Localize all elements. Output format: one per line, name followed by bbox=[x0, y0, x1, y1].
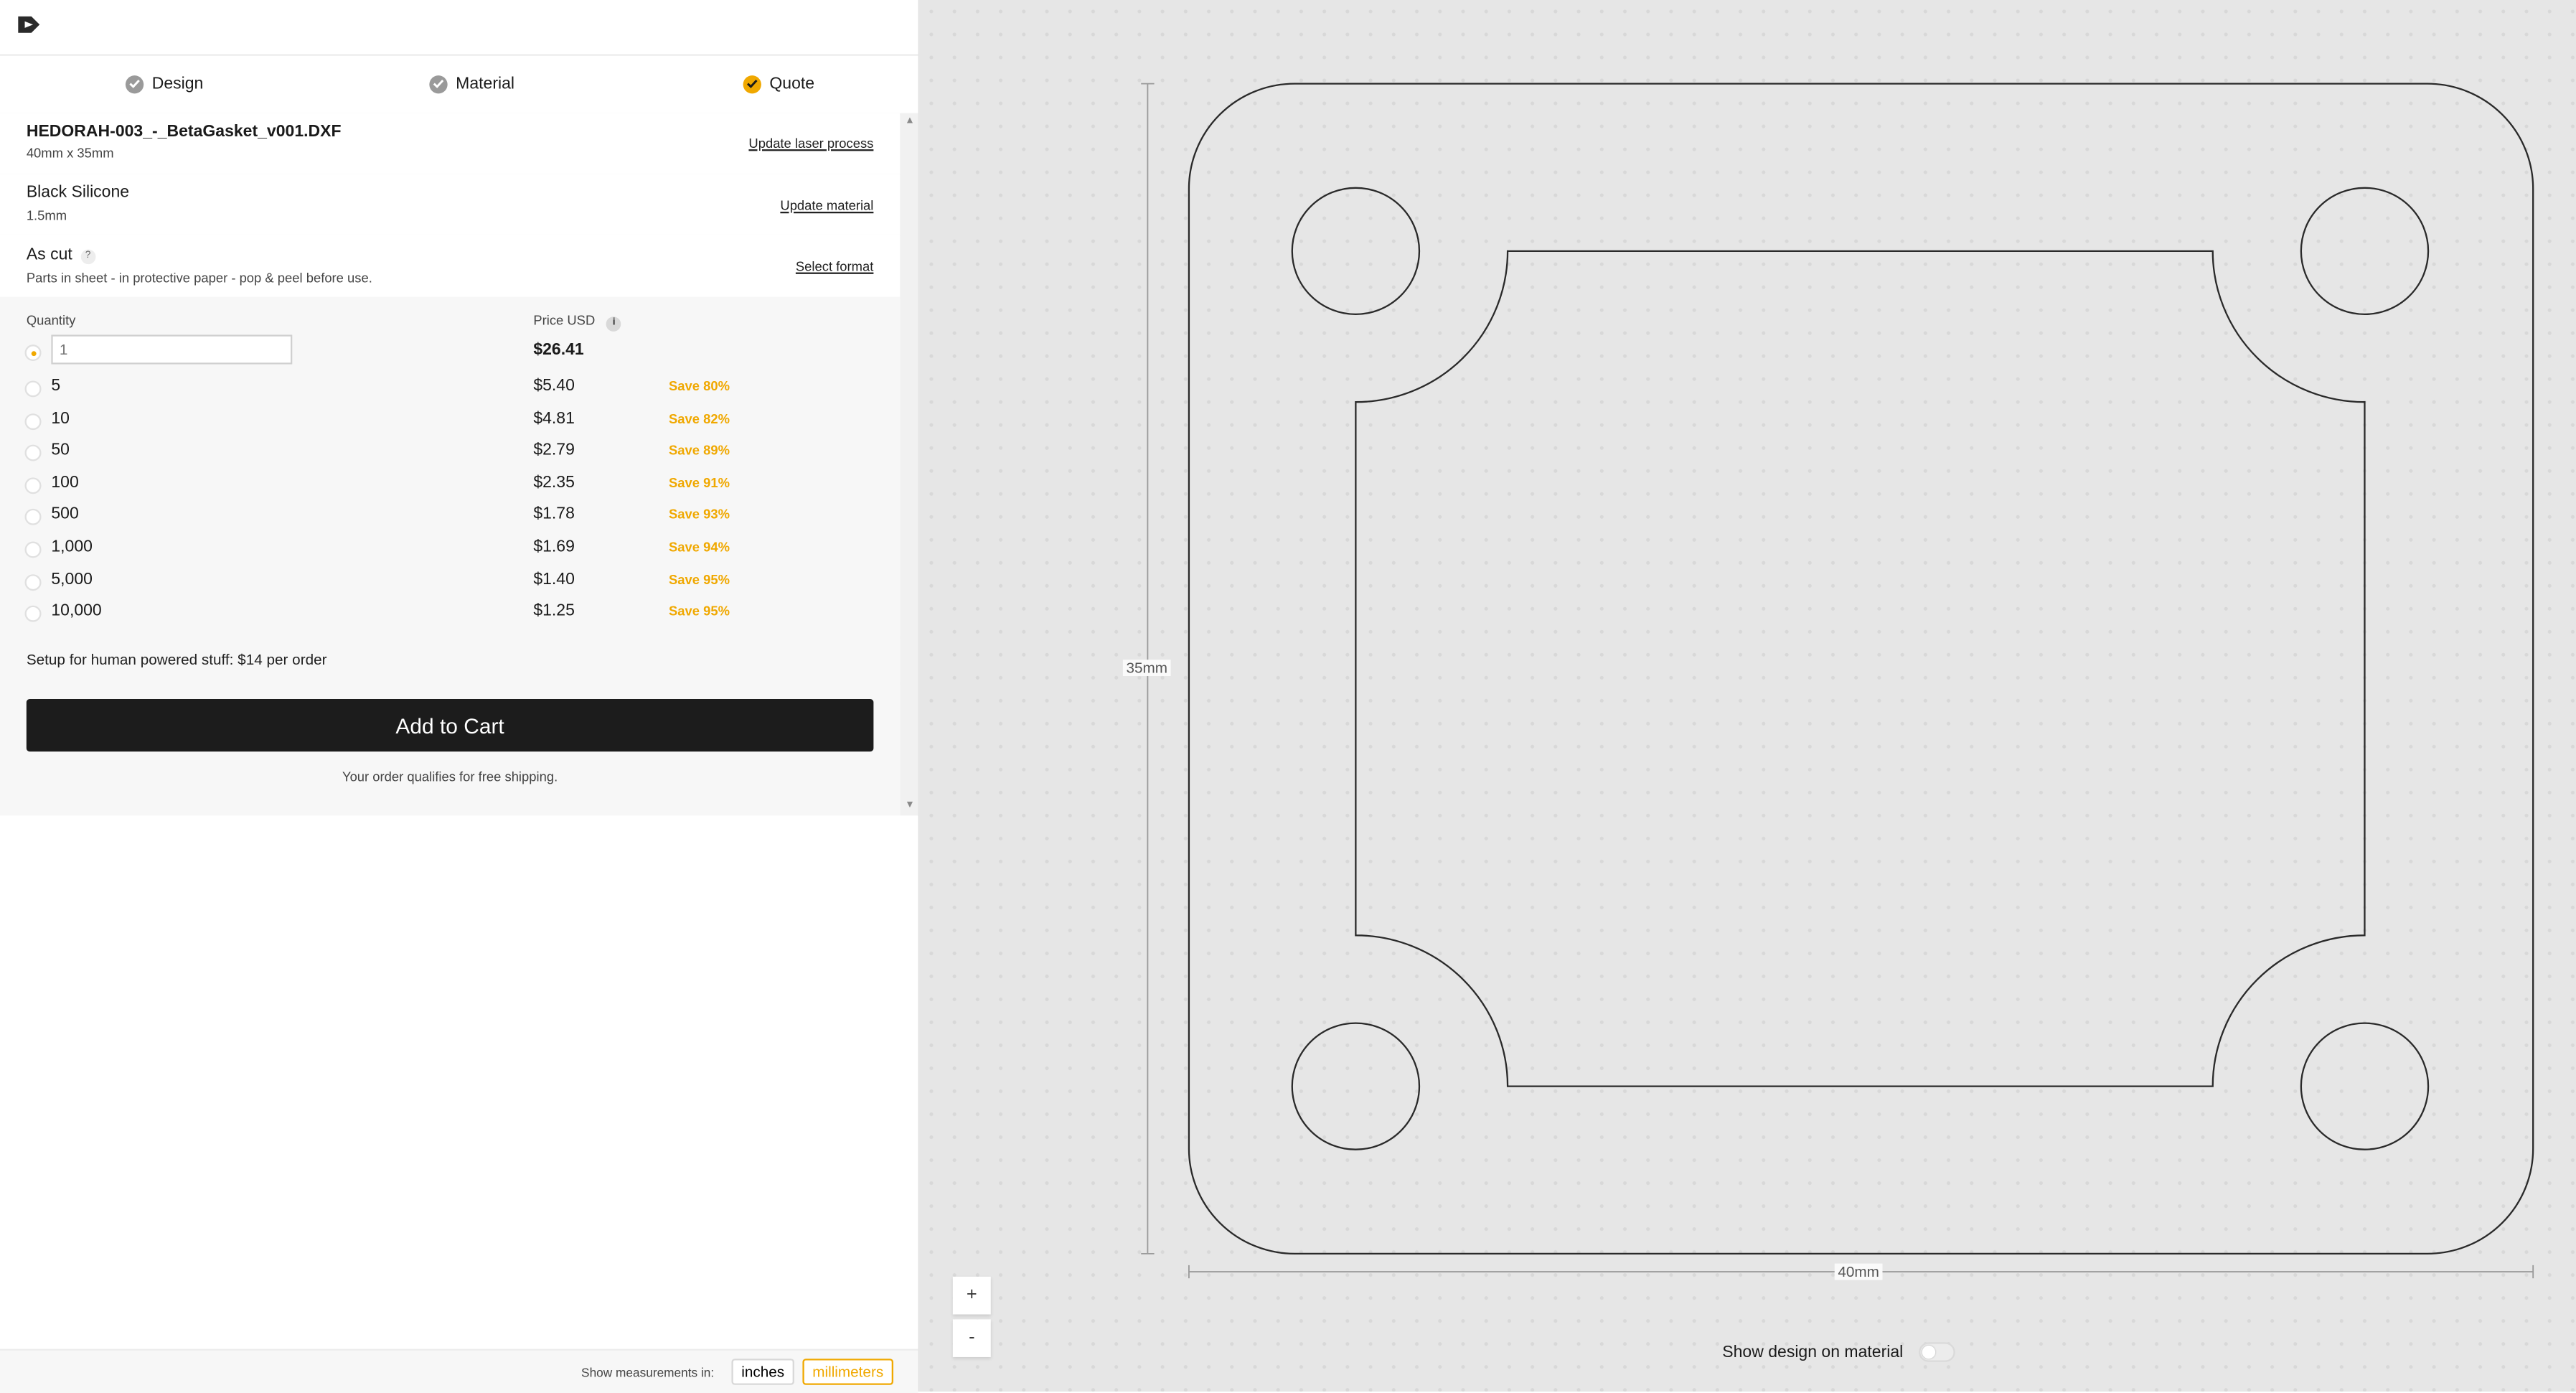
top-bar bbox=[0, 0, 918, 56]
toggle-switch[interactable] bbox=[1917, 1342, 1955, 1362]
canvas-grid bbox=[919, 0, 2576, 1392]
tab-label: Design bbox=[151, 75, 204, 93]
price-header-text: Price USD bbox=[533, 313, 596, 329]
zoom-out-button[interactable]: - bbox=[952, 1319, 991, 1357]
logo-icon[interactable] bbox=[15, 13, 43, 36]
units-label: Show measurements in: bbox=[581, 1365, 715, 1380]
price-tier-row[interactable]: 5,000 $1.40 Save 95% bbox=[0, 567, 900, 598]
tier-price: $1.78 bbox=[533, 506, 575, 525]
tab-label: Quote bbox=[769, 75, 815, 93]
format-name: As cut? bbox=[26, 245, 96, 265]
quantity-radio[interactable] bbox=[24, 606, 42, 623]
tier-quantity: 10 bbox=[51, 409, 70, 428]
tier-quantity: 50 bbox=[51, 441, 70, 460]
material-name: Black Silicone bbox=[26, 184, 130, 202]
tier-savings: Save 94% bbox=[669, 540, 730, 555]
measurement-units: Show measurements in: inches millimeters bbox=[0, 1349, 918, 1393]
tier-price: $1.69 bbox=[533, 538, 575, 557]
price-tier-row[interactable]: 500 $1.78 Save 93% bbox=[0, 503, 900, 534]
quantity-header: Quantity bbox=[26, 313, 76, 329]
quantity-radio[interactable] bbox=[24, 380, 42, 398]
setup-fee: Setup for human powered stuff: $14 per o… bbox=[0, 637, 901, 685]
quantity-radio[interactable] bbox=[24, 541, 42, 558]
tab-design[interactable]: Design bbox=[125, 69, 204, 98]
tier-savings: Save 91% bbox=[669, 475, 730, 491]
tier-savings: Save 95% bbox=[669, 572, 730, 587]
custom-quantity-row[interactable]: $26.41 bbox=[0, 334, 900, 369]
tier-savings: Save 80% bbox=[669, 379, 730, 394]
check-icon bbox=[429, 75, 448, 93]
custom-price: $26.41 bbox=[533, 341, 584, 360]
check-icon bbox=[125, 75, 144, 93]
cart-section: Add to Cart Your order qualifies for fre… bbox=[0, 683, 901, 816]
file-row: HEDORAH-003_-_BetaGasket_v001.DXF 40mm x… bbox=[0, 113, 901, 176]
tier-quantity: 5,000 bbox=[51, 570, 93, 588]
tier-price: $2.35 bbox=[533, 474, 575, 492]
height-dimension-label: 35mm bbox=[1122, 660, 1171, 677]
quantity-radio[interactable] bbox=[24, 344, 42, 362]
tier-quantity: 5 bbox=[51, 377, 61, 396]
tier-savings: Save 95% bbox=[669, 604, 730, 619]
quantity-radio[interactable] bbox=[24, 413, 42, 430]
tier-savings: Save 89% bbox=[669, 443, 730, 459]
price-header: Price USD i bbox=[533, 313, 622, 332]
scroll-down-icon[interactable]: ▼ bbox=[905, 801, 915, 811]
tier-price: $4.81 bbox=[533, 409, 575, 428]
update-laser-process-link[interactable]: Update laser process bbox=[748, 136, 873, 151]
tier-price: $1.40 bbox=[533, 570, 575, 588]
tier-quantity: 500 bbox=[51, 506, 79, 525]
scroll-up-icon[interactable]: ▲ bbox=[905, 116, 915, 126]
price-tier-row[interactable]: 100 $2.35 Save 91% bbox=[0, 471, 900, 502]
tier-quantity: 100 bbox=[51, 474, 79, 492]
tier-savings: Save 93% bbox=[669, 507, 730, 523]
quote-panel: Design Material Quote HEDORAH-003_-_Beta… bbox=[0, 0, 920, 1393]
format-row: As cut? Parts in sheet - in protective p… bbox=[0, 234, 901, 299]
millimeters-button[interactable]: millimeters bbox=[802, 1359, 894, 1385]
zoom-in-button[interactable]: + bbox=[952, 1276, 991, 1315]
update-material-link[interactable]: Update material bbox=[780, 199, 873, 214]
toggle-label: Show design on material bbox=[1722, 1343, 1904, 1361]
quantity-radio[interactable] bbox=[24, 573, 42, 591]
format-description: Parts in sheet - in protective paper - p… bbox=[26, 271, 372, 286]
step-tabs: Design Material Quote bbox=[0, 54, 918, 116]
tab-label: Material bbox=[456, 75, 515, 93]
tier-price: $2.79 bbox=[533, 441, 575, 460]
format-name-text: As cut bbox=[26, 245, 72, 265]
tier-price: $1.25 bbox=[533, 602, 575, 621]
file-name: HEDORAH-003_-_BetaGasket_v001.DXF bbox=[26, 123, 342, 141]
price-tier-row[interactable]: 5 $5.40 Save 80% bbox=[0, 374, 900, 405]
show-on-material-toggle[interactable]: Show design on material bbox=[1722, 1342, 1955, 1362]
price-tier-row[interactable]: 50 $2.79 Save 89% bbox=[0, 438, 900, 469]
tier-price: $5.40 bbox=[533, 377, 575, 396]
scrollbar[interactable]: ▲ ▼ bbox=[900, 113, 918, 816]
price-tier-row[interactable]: 1,000 $1.69 Save 94% bbox=[0, 535, 900, 566]
check-icon bbox=[743, 75, 761, 93]
custom-quantity-input[interactable] bbox=[51, 334, 293, 365]
info-icon[interactable]: i bbox=[606, 316, 622, 332]
material-row: Black Silicone 1.5mm Update material bbox=[0, 174, 901, 237]
quote-scroll-area[interactable]: HEDORAH-003_-_BetaGasket_v001.DXF 40mm x… bbox=[0, 113, 901, 816]
tab-quote[interactable]: Quote bbox=[743, 69, 815, 98]
free-shipping-note: Your order qualifies for free shipping. bbox=[342, 769, 558, 784]
tier-quantity: 1,000 bbox=[51, 538, 93, 557]
tier-savings: Save 82% bbox=[669, 411, 730, 426]
price-tier-row[interactable]: 10 $4.81 Save 82% bbox=[0, 406, 900, 437]
material-thickness: 1.5mm bbox=[26, 208, 67, 223]
quantity-radio[interactable] bbox=[24, 445, 42, 461]
price-tier-row[interactable]: 10,000 $1.25 Save 95% bbox=[0, 599, 900, 630]
quantity-radio[interactable] bbox=[24, 509, 42, 526]
add-to-cart-button[interactable]: Add to Cart bbox=[26, 699, 874, 752]
tab-material[interactable]: Material bbox=[429, 69, 514, 98]
file-size: 40mm x 35mm bbox=[26, 146, 114, 161]
width-dimension-label: 40mm bbox=[1834, 1263, 1883, 1280]
pricing-table: Quantity Price USD i $26.41 5 $5.40 Save 80… bbox=[0, 296, 901, 639]
help-icon[interactable]: ? bbox=[80, 249, 96, 265]
tier-quantity: 10,000 bbox=[51, 602, 102, 621]
quantity-radio[interactable] bbox=[24, 477, 42, 494]
setup-fee-text: Setup for human powered stuff: $14 per o… bbox=[26, 651, 327, 668]
design-canvas[interactable] bbox=[919, 0, 2576, 1392]
inches-button[interactable]: inches bbox=[731, 1359, 794, 1385]
select-format-link[interactable]: Select format bbox=[796, 259, 873, 274]
